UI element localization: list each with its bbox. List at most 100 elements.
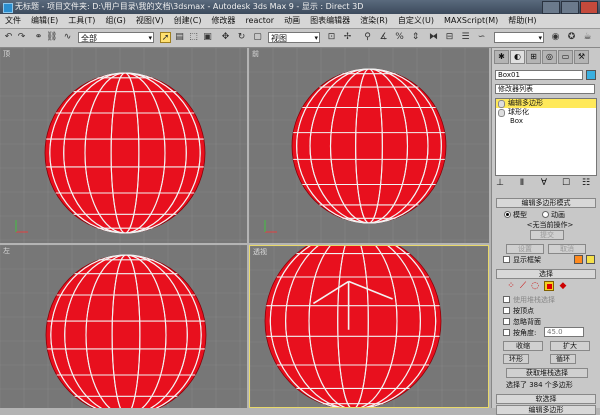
use-stack-selection-checkbox[interactable] [503,296,510,303]
show-cage-checkbox[interactable] [503,256,510,263]
utilities-tab-icon[interactable]: ⚒ [574,50,589,64]
menu-item[interactable]: 渲染(R) [355,14,393,28]
by-vertex-checkbox[interactable] [503,307,510,314]
mirror-icon[interactable]: ⧓ [428,32,439,43]
viewport-top[interactable]: 顶 [0,48,247,243]
menu-item[interactable]: 创建(C) [169,14,207,28]
bind-space-warp-icon[interactable]: ∿ [62,32,73,43]
menu-item[interactable]: MAXScript(M) [439,14,503,28]
menu-item[interactable]: 动画 [279,14,305,28]
ref-coord-dropdown[interactable]: 视图 [268,32,320,44]
move-icon[interactable]: ✥ [220,32,231,43]
cancel-button[interactable]: 取消 [548,244,586,254]
spinner-snap-icon[interactable]: ⇕ [410,32,421,43]
selection-filter-dropdown[interactable]: 全部 [78,32,154,44]
shrink-button[interactable]: 收缩 [503,341,543,351]
radio-animation[interactable] [542,211,549,218]
create-tab-icon[interactable]: ✱ [494,50,509,64]
snap-icon[interactable]: ⚲ [362,32,373,43]
pivot-icon[interactable]: ⊡ [326,32,337,43]
menu-item[interactable]: 图表编辑器 [305,14,355,28]
percent-snap-icon[interactable]: % [394,32,405,43]
rotate-icon[interactable]: ↻ [236,32,247,43]
commit-button[interactable]: 提交 [530,230,564,240]
select-object-icon[interactable]: ➚ [160,32,171,43]
border-icon[interactable]: ◌ [530,281,540,291]
manipulate-icon[interactable]: ✢ [342,32,353,43]
window-crossing-icon[interactable]: ▣ [202,32,213,43]
menu-item[interactable]: 编辑(E) [26,14,63,28]
by-angle-checkbox[interactable] [503,329,510,336]
maximize-button[interactable] [561,1,579,14]
menu-item[interactable]: 工具(T) [63,14,100,28]
cage-color-swatch[interactable] [574,255,583,264]
grow-button[interactable]: 扩大 [550,341,590,351]
menu-item[interactable]: 组(G) [100,14,130,28]
curve-editor-icon[interactable]: ∽ [476,32,487,43]
align-icon[interactable]: ⊟ [444,32,455,43]
modify-tab-icon[interactable]: ◐ [510,50,525,64]
menu-item[interactable]: 视图(V) [131,14,169,28]
polygon-icon[interactable] [544,281,554,291]
angle-input[interactable]: 45.0 [544,327,584,337]
sphere-mesh [250,246,488,407]
rollout-header[interactable]: 编辑多边形模式 [496,198,596,208]
scale-icon[interactable]: ▢ [252,32,263,43]
display-tab-icon[interactable]: ▭ [558,50,573,64]
link-icon[interactable]: ⚭ [33,32,44,43]
undo-icon[interactable]: ↶ [3,32,14,43]
menu-item[interactable]: 帮助(H) [503,14,541,28]
modifier-list-dropdown[interactable]: 修改器列表 [495,84,595,94]
stack-item[interactable]: 编辑多边形 [496,99,596,108]
cage-selected-color-swatch[interactable] [586,255,595,264]
viewport-label: 左 [3,247,10,255]
unlink-icon[interactable]: ⛓ [46,32,57,43]
element-icon[interactable]: ◆ [558,281,568,291]
angle-snap-icon[interactable]: ∡ [378,32,389,43]
viewport-front[interactable]: 前 [249,48,489,243]
title-bar: 无标题 - 项目文件夹: D:\用户目录\我的文档\3dsmax - Autod… [0,0,600,14]
vertex-icon[interactable]: ⁘ [506,281,516,291]
menu-item[interactable]: 文件 [0,14,26,28]
bulb-icon[interactable] [498,100,505,108]
menu-item[interactable]: 修改器 [206,14,240,28]
menu-item[interactable]: 自定义(U) [393,14,439,28]
redo-icon[interactable]: ↷ [16,32,27,43]
object-color-swatch[interactable] [586,70,596,80]
close-button[interactable] [580,1,598,14]
edge-icon[interactable]: ⟋ [518,281,528,291]
rollout-header[interactable]: 选择 [496,269,596,279]
stack-item[interactable]: 球形化 [496,108,596,117]
bulb-icon[interactable] [498,109,505,117]
pin-stack-icon[interactable]: ⊥ [495,178,505,188]
rect-selection-icon[interactable]: ⬚ [188,32,199,43]
show-cage-label: 显示框架 [513,256,541,264]
stack-item[interactable]: Box [496,117,596,126]
motion-tab-icon[interactable]: ◎ [542,50,557,64]
viewport-perspective[interactable]: 透视 [249,245,489,408]
settings-button[interactable]: 设置 [506,244,544,254]
material-editor-icon[interactable]: ◉ [550,32,561,43]
get-stack-selection-button[interactable]: 获取堆栈选择 [506,368,588,378]
viewport-left[interactable]: 左 [0,245,247,408]
layer-icon[interactable]: ☰ [460,32,471,43]
loop-button[interactable]: 循环 [550,354,576,364]
radio-model[interactable] [504,211,511,218]
menu-item[interactable]: reactor [240,14,279,28]
rollout-header[interactable]: 编辑多边形 [496,405,596,415]
sphere [45,254,207,408]
show-end-result-icon[interactable]: Ⅱ [517,178,527,188]
hierarchy-tab-icon[interactable]: ⊞ [526,50,541,64]
select-by-name-icon[interactable]: ▤ [174,32,185,43]
quick-render-icon[interactable]: ☕ [582,32,593,43]
named-selection-dropdown[interactable] [494,32,544,44]
configure-icon[interactable]: ☷ [581,178,591,188]
minimize-button[interactable] [542,1,560,14]
render-icon[interactable]: ✪ [566,32,577,43]
ignore-backfacing-checkbox[interactable] [503,318,510,325]
ring-button[interactable]: 环形 [503,354,529,364]
remove-modifier-icon[interactable]: ☐ [561,178,571,188]
make-unique-icon[interactable]: ∀ [539,178,549,188]
rollout-header[interactable]: 软选择 [496,394,596,404]
object-name-field[interactable]: Box01 [495,70,583,80]
